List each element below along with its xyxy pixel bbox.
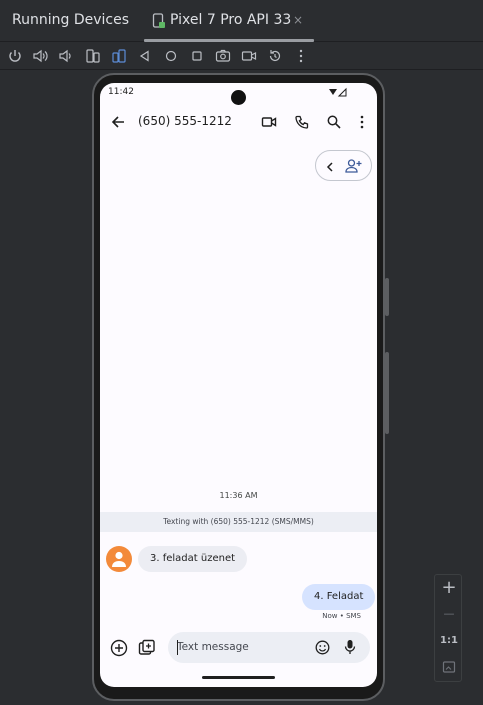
gesture-nav-handle[interactable] [202, 676, 275, 679]
contact-avatar[interactable] [106, 546, 132, 572]
volume-up-icon[interactable] [31, 47, 49, 65]
tool-window-title: Running Devices [12, 12, 129, 28]
device-tab-label: Pixel 7 Pro API 33 [170, 12, 292, 28]
close-tab-icon[interactable]: × [293, 13, 303, 27]
contact-title[interactable]: (650) 555-1212 [138, 114, 232, 128]
zoom-fit-icon[interactable] [435, 659, 463, 678]
conversation-app-bar: (650) 555-1212 [100, 107, 377, 137]
emoji-icon[interactable] [315, 640, 330, 655]
power-icon[interactable] [6, 47, 24, 65]
status-time: 11:42 [108, 87, 134, 97]
message-status: Now • SMS [322, 612, 361, 620]
texting-info-bar: Texting with (650) 555-1212 (SMS/MMS) [100, 512, 377, 532]
screenshot-icon[interactable] [214, 47, 232, 65]
message-input[interactable]: Text message [168, 632, 370, 663]
phone-call-icon[interactable] [294, 114, 310, 130]
device-tab-icon [152, 13, 166, 29]
screen-record-icon[interactable] [240, 47, 258, 65]
back-arrow-icon[interactable] [110, 114, 126, 130]
reset-icon[interactable] [266, 47, 284, 65]
more-options-icon[interactable] [354, 114, 370, 130]
zoom-controls: + — 1:1 [434, 574, 462, 682]
tool-window-header: Running Devices Pixel 7 Pro API 33 × [0, 0, 483, 42]
zoom-in-button[interactable]: + [435, 577, 463, 598]
front-camera [231, 90, 246, 105]
home-icon[interactable] [162, 47, 180, 65]
gallery-icon[interactable] [138, 639, 156, 657]
message-timestamp: 11:36 AM [219, 491, 258, 500]
chevron-left-icon [324, 159, 336, 173]
device-power-button [385, 278, 389, 316]
add-person-icon [345, 158, 362, 174]
more-vert-icon[interactable] [292, 47, 310, 65]
tab-device[interactable]: Pixel 7 Pro API 33 × [148, 0, 314, 42]
add-attachment-icon[interactable] [110, 639, 128, 657]
back-icon[interactable] [136, 47, 154, 65]
overview-icon[interactable] [188, 47, 206, 65]
device-volume-button [385, 352, 389, 434]
signal-icon [328, 87, 348, 97]
microphone-icon[interactable] [344, 639, 356, 655]
rotate-left-icon[interactable] [84, 47, 102, 65]
zoom-out-button[interactable]: — [435, 607, 463, 620]
compose-bar: Text message [100, 629, 377, 665]
device-screen[interactable]: 11:42 (650) 555-1212 11:36 AM Texting wi… [100, 83, 377, 687]
incoming-message-bubble[interactable]: 3. feladat üzenet [138, 546, 248, 572]
message-input-placeholder: Text message [177, 641, 249, 653]
volume-down-icon[interactable] [56, 47, 74, 65]
text-caret [177, 640, 178, 655]
search-icon[interactable] [326, 114, 342, 130]
rotate-right-icon[interactable] [110, 47, 128, 65]
video-call-icon[interactable] [261, 114, 277, 130]
zoom-actual-size-button[interactable]: 1:1 [435, 635, 463, 646]
emulator-toolbar [0, 42, 483, 70]
add-contact-chip[interactable] [315, 150, 372, 181]
outgoing-message-bubble[interactable]: 4. Feladat [302, 584, 376, 610]
